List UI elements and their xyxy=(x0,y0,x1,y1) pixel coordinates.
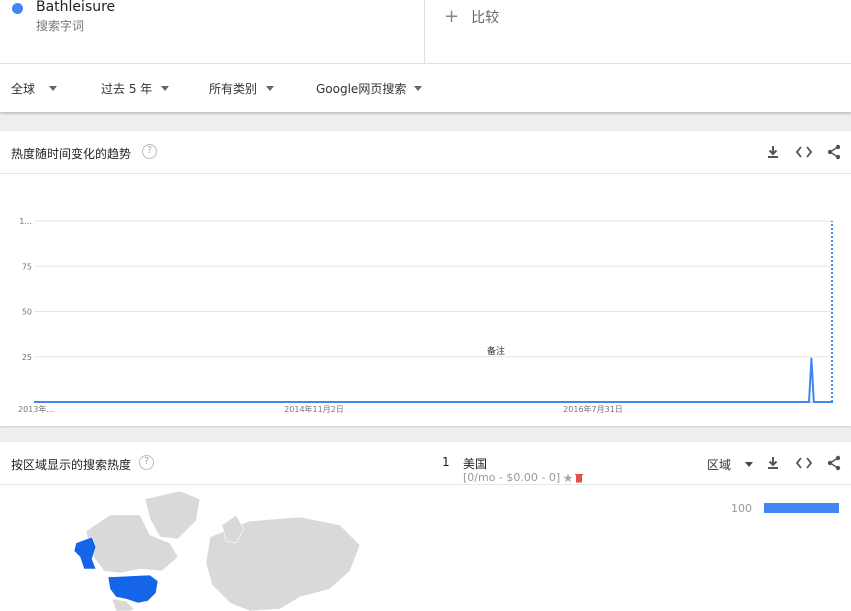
chevron-down-icon xyxy=(745,462,754,467)
x-tick-label: 2013年... xyxy=(18,404,54,414)
chevron-down-icon xyxy=(161,86,170,91)
term-color-dot xyxy=(12,3,23,14)
resolution-dropdown[interactable]: 区域 xyxy=(707,456,754,473)
x-tick-label: 2014年11月2日 xyxy=(284,404,344,414)
embed-icon[interactable] xyxy=(795,143,813,161)
line-chart[interactable]: 1... 75 50 25 2013年... 2014年11月2日 2016年7月31日 … xyxy=(0,174,851,426)
filter-time-range[interactable]: 过去 5 年 xyxy=(101,80,170,97)
map-region-alaska[interactable] xyxy=(73,536,97,570)
map-region-united-states[interactable] xyxy=(107,574,159,604)
interest-over-time-card: 热度随时间变化的趋势 ? 1... 75 50 25 2013年... 2014年11月… xyxy=(0,131,851,426)
region-rank: 1 xyxy=(442,455,450,469)
line-chart-svg: 1...755025 2013年... 2014年11月2日 2016年7月31日 … xyxy=(18,217,833,414)
term-type: 搜索字词 xyxy=(36,19,85,33)
resolution-label: 区域 xyxy=(707,458,732,472)
compare-button[interactable]: + 比较 xyxy=(444,7,499,27)
filter-search-type-label: Google网页搜索 xyxy=(316,82,407,96)
embed-icon[interactable] xyxy=(795,454,813,472)
share-icon[interactable] xyxy=(825,143,843,161)
y-tick-label: 50 xyxy=(22,308,32,317)
card-header: 热度随时间变化的趋势 ? xyxy=(0,131,851,174)
chevron-down-icon xyxy=(49,86,58,91)
search-term-bar: Bathleisure 搜索字词 + 比较 xyxy=(0,0,851,64)
help-icon[interactable]: ? xyxy=(139,455,154,470)
card-header: 按区域显示的搜索热度 ? 区域 xyxy=(0,442,851,485)
filter-category[interactable]: 所有类别 xyxy=(209,80,275,97)
filter-search-type[interactable]: Google网页搜索 xyxy=(316,80,423,97)
filter-location-label: 全球 xyxy=(11,82,36,96)
trash-icon[interactable] xyxy=(575,473,584,483)
series-line[interactable] xyxy=(34,357,833,403)
region-value-bar xyxy=(764,503,839,513)
region-name[interactable]: 美国 xyxy=(463,455,487,472)
chevron-down-icon xyxy=(414,86,423,91)
download-icon[interactable] xyxy=(764,143,782,161)
region-metrics-text: [0/mo - $0.00 - 0] xyxy=(463,471,561,484)
term-name[interactable]: Bathleisure xyxy=(36,0,115,15)
help-icon[interactable]: ? xyxy=(142,144,157,159)
x-tick-label: 2016年7月31日 xyxy=(563,404,623,414)
search-term-card[interactable]: Bathleisure 搜索字词 xyxy=(0,0,425,64)
share-icon[interactable] xyxy=(825,454,843,472)
chevron-down-icon xyxy=(266,86,275,91)
filter-category-label: 所有类别 xyxy=(209,82,258,96)
y-tick-label: 25 xyxy=(22,353,32,362)
y-tick-label: 1... xyxy=(19,217,32,226)
download-icon[interactable] xyxy=(764,454,782,472)
star-icon[interactable] xyxy=(563,473,573,483)
card-title: 按区域显示的搜索热度 xyxy=(11,458,132,472)
chart-note-label[interactable]: 备注 xyxy=(487,345,505,357)
map-region-greenland[interactable] xyxy=(144,490,201,540)
interest-by-region-card: 按区域显示的搜索热度 ? 区域 1 美国 [0/mo - $0.00 - 0] … xyxy=(0,442,851,611)
filter-bar: 全球 过去 5 年 所有类别 Google网页搜索 xyxy=(0,64,851,112)
region-metrics: [0/mo - $0.00 - 0] xyxy=(463,471,584,484)
plus-icon: + xyxy=(444,6,460,27)
y-tick-label: 75 xyxy=(22,262,32,271)
compare-label: 比较 xyxy=(471,10,500,26)
region-value: 100 xyxy=(731,502,752,515)
card-title: 热度随时间变化的趋势 xyxy=(11,147,132,161)
filter-time-label: 过去 5 年 xyxy=(101,82,153,96)
filter-location[interactable]: 全球 xyxy=(11,80,58,97)
world-map[interactable] xyxy=(0,485,430,611)
